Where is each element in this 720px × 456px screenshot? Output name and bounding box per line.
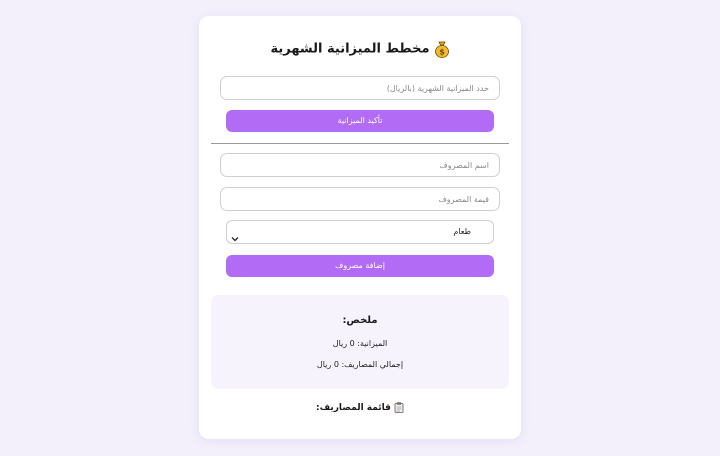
page-title-text: مخطط الميزانية الشهرية (270, 41, 430, 57)
chevron-down-icon (231, 228, 239, 242)
money-bag-icon: $ (434, 40, 450, 58)
expense-amount-input[interactable] (220, 187, 500, 211)
summary-budget: الميزانية: 0 ريال (332, 339, 388, 348)
summary-panel: ملخص: الميزانية: 0 ريال إجمالي المصاريف:… (211, 295, 509, 389)
expenses-list-title: قائمة المصاريف: (199, 402, 521, 413)
summary-title: ملخص: (342, 315, 378, 326)
budget-input[interactable] (220, 76, 500, 100)
add-expense-button[interactable]: إضافة مصروف (226, 255, 494, 277)
budget-card: $ مخطط الميزانية الشهرية تأكيد الميزانية… (199, 16, 521, 439)
clipboard-icon (394, 402, 404, 413)
page-title: $ مخطط الميزانية الشهرية (199, 40, 521, 60)
summary-total-expenses: إجمالي المصاريف: 0 ريال (316, 360, 404, 369)
category-selected-value: طعام (453, 227, 471, 236)
expense-name-input[interactable] (220, 153, 500, 177)
category-select[interactable]: طعام (226, 220, 494, 244)
divider (211, 143, 509, 144)
expenses-list-title-text: قائمة المصاريف: (316, 403, 391, 413)
svg-text:$: $ (439, 48, 445, 57)
confirm-budget-button[interactable]: تأكيد الميزانية (226, 110, 494, 132)
